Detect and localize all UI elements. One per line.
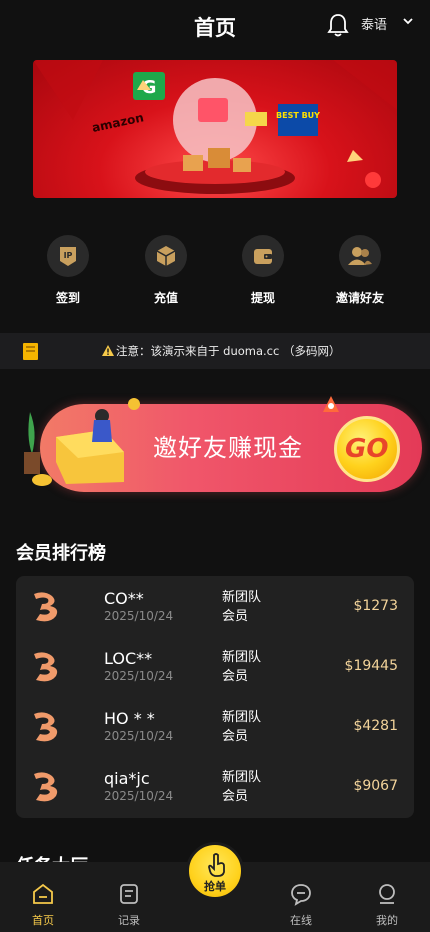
grab-order-button[interactable]: 抢单 [186, 842, 244, 900]
member-type: 新团队 会员 [222, 590, 262, 624]
banner-illustration: G BEST BUY amazon [33, 60, 397, 194]
quick-action-recharge[interactable]: 充值 [126, 235, 206, 306]
member-name: LOC** [104, 649, 153, 668]
tab-label: 我的 [376, 914, 398, 927]
ranking-row: CO** 2025/10/24 新团队 会员 $1273 [16, 576, 414, 636]
ranking-row: HO * * 2025/10/24 新团队 会员 $4281 [16, 696, 414, 756]
member-amount: $19445 [344, 658, 398, 674]
records-icon [120, 884, 138, 904]
banner-brand-amazon: amazon [91, 110, 145, 135]
quick-action-withdraw[interactable]: 提现 [223, 235, 303, 306]
quick-action-invite[interactable]: 邀请好友 [320, 235, 400, 306]
banner-brand-bestbuy: BEST BUY [276, 111, 320, 120]
tab-home[interactable]: 首页 [13, 882, 73, 928]
go-button[interactable]: GO [334, 416, 400, 482]
tab-label: 记录 [118, 914, 140, 927]
chevron-down-icon[interactable] [402, 16, 414, 26]
svg-text:IP: IP [64, 251, 73, 260]
tab-online[interactable]: 在线 [271, 882, 331, 928]
member-date: 2025/10/24 [104, 609, 174, 623]
tab-label: 首页 [32, 914, 54, 927]
quick-action-label: 签到 [55, 291, 80, 305]
brand-b-logo-icon [34, 712, 58, 742]
member-date: 2025/10/24 [104, 669, 174, 683]
users-icon [339, 235, 381, 277]
gift-box-illustration [24, 398, 140, 486]
quick-action-label: 邀请好友 [335, 291, 384, 305]
home-icon [33, 883, 53, 904]
wallet-icon [242, 235, 284, 277]
member-date: 2025/10/24 [104, 729, 174, 743]
member-type: 新团队 会员 [222, 650, 262, 684]
invite-text: 邀好友赚现金 [153, 434, 303, 462]
member-name: CO** [104, 589, 144, 608]
user-icon [379, 884, 395, 904]
tab-label: 在线 [290, 914, 312, 927]
app-header: 首页 泰语 [0, 0, 430, 54]
ranking-title: 会员排行榜 [16, 543, 106, 564]
bell-decoration-icon [323, 396, 339, 412]
quick-actions: IP 签到 充值 提现 邀请好友 [0, 235, 430, 315]
language-selector[interactable]: 泰语 [361, 14, 387, 33]
member-amount: $9067 [353, 778, 398, 794]
notice-bar[interactable]: 注意：该演示来自于 duoma.cc （多码网） [0, 333, 430, 369]
notice-text: 注意：该演示来自于 duoma.cc （多码网） [116, 344, 341, 358]
member-type: 新团队 会员 [222, 710, 262, 744]
box-icon [145, 235, 187, 277]
quick-action-label: 充值 [153, 291, 178, 305]
quick-action-checkin[interactable]: IP 签到 [28, 235, 108, 306]
ranking-list: CO** 2025/10/24 新团队 会员 $1273 LOC** 2025/1… [16, 576, 414, 818]
ranking-row: LOC** 2025/10/24 新团队 会员 $19445 [16, 636, 414, 696]
brand-b-logo-icon [34, 652, 58, 682]
quick-action-label: 提现 [250, 291, 275, 305]
ip-icon: IP [47, 235, 89, 277]
brand-b-logo-icon [34, 592, 58, 622]
member-date: 2025/10/24 [104, 789, 174, 803]
notice-book-icon [23, 343, 38, 360]
member-amount: $4281 [353, 718, 398, 734]
member-name: qia*jc [104, 769, 150, 788]
tap-hand-icon [208, 853, 225, 877]
tab-mine[interactable]: 我的 [357, 882, 417, 928]
member-type: 新团队 会员 [222, 770, 262, 804]
ranking-row: qia*jc 2025/10/24 新团队 会员 $9067 [16, 756, 414, 816]
member-name: HO * * [104, 709, 155, 728]
promo-banner[interactable]: G BEST BUY amazon [33, 60, 397, 198]
chat-icon [291, 884, 311, 906]
brand-b-logo-icon [34, 772, 58, 802]
invite-friends-banner[interactable]: 邀好友赚现金 GO [16, 392, 422, 502]
grab-label: 抢单 [204, 880, 226, 893]
member-amount: $1273 [353, 598, 398, 614]
tab-records[interactable]: 记录 [99, 882, 159, 928]
bell-icon[interactable] [326, 12, 350, 38]
go-label: GO [345, 434, 389, 464]
